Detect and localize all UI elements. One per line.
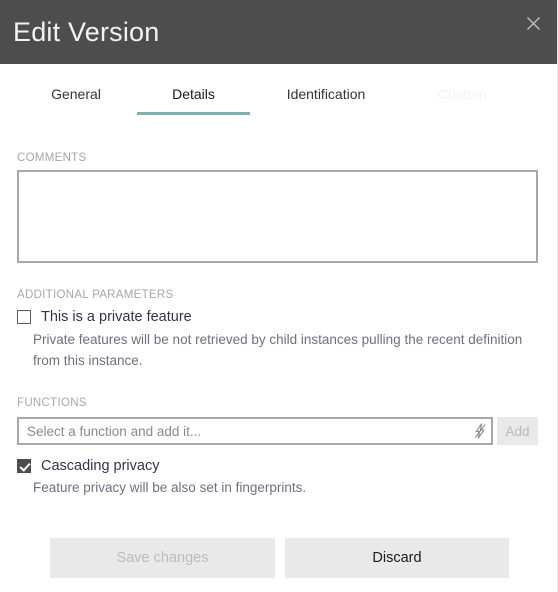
tab-custom: Custom [412, 84, 512, 114]
tab-identification-label: Identification [286, 86, 366, 102]
private-feature-label: This is a private feature [41, 309, 192, 325]
edit-version-dialog: Edit Version General Details Identificat… [0, 0, 558, 592]
tab-general-label: General [51, 86, 101, 102]
cascading-privacy-label: Cascading privacy [41, 458, 160, 474]
tab-active-indicator [137, 112, 250, 115]
dialog-titlebar: Edit Version [0, 0, 557, 64]
function-input-wrapper [17, 417, 493, 445]
tab-bar: General Details Identification Custom [0, 64, 557, 122]
tab-general[interactable]: General [30, 84, 122, 114]
functions-label: FUNCTIONS [17, 397, 87, 409]
comments-textarea[interactable] [17, 170, 538, 263]
private-feature-checkbox-row[interactable]: This is a private feature [17, 308, 192, 326]
tab-custom-label: Custom [437, 86, 487, 102]
dialog-title: Edit Version [13, 17, 160, 47]
save-changes-button[interactable]: Save changes [50, 538, 275, 578]
lightning-bolt-icon[interactable] [469, 419, 491, 443]
private-feature-checkbox[interactable] [17, 310, 31, 324]
cascading-privacy-checkbox-row[interactable]: Cascading privacy [17, 457, 159, 475]
discard-button[interactable]: Discard [285, 538, 509, 578]
add-function-button[interactable]: Add [497, 417, 538, 445]
tab-details[interactable]: Details [137, 84, 250, 115]
function-search-input[interactable] [19, 419, 469, 443]
private-feature-help-text: Private features will be not retrieved b… [33, 332, 523, 368]
comments-label: COMMENTS [17, 152, 87, 164]
close-icon[interactable] [520, 10, 546, 36]
tab-details-label: Details [172, 86, 215, 102]
cascading-privacy-checkbox[interactable] [17, 459, 31, 473]
tab-identification[interactable]: Identification [262, 84, 390, 114]
additional-parameters-label: ADDITIONAL PARAMETERS [17, 289, 174, 301]
cascading-privacy-help-text: Feature privacy will be also set in fing… [33, 480, 307, 495]
